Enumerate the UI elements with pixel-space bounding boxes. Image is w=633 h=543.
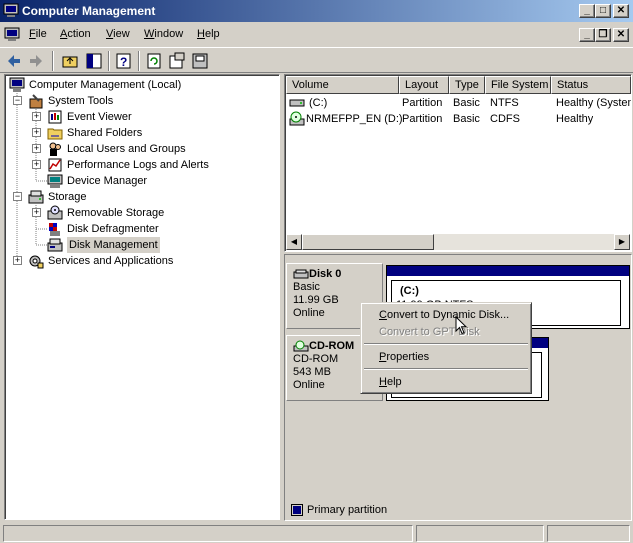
menu-item-convert-to-dynamic-disk[interactable]: Convert to Dynamic Disk... [379, 309, 509, 321]
menu-item-help[interactable]: Help [379, 376, 402, 388]
status-panel-3 [547, 525, 630, 542]
system-menu-icon[interactable] [4, 27, 20, 43]
cdrom-name: CD-ROM [309, 340, 355, 352]
context-menu[interactable]: Convert to Dynamic Disk... Convert to GP… [360, 302, 532, 394]
scroll-right-button[interactable]: ▶ [614, 234, 630, 250]
window-title: Computer Management [22, 4, 156, 18]
expand-toggle[interactable]: + [32, 128, 41, 137]
tools-icon [29, 94, 43, 109]
mdi-close-button[interactable]: ✕ [613, 28, 629, 42]
removable-storage-icon [47, 205, 63, 220]
mdi-restore-button[interactable]: ❐ [595, 28, 611, 42]
legend-label: Primary partition [307, 504, 388, 516]
disk-0-name: Disk 0 [309, 268, 342, 280]
table-row[interactable]: NRMEFPP_EN (D:) Partition Basic CDFS Hea… [286, 111, 631, 127]
help-icon[interactable]: ? [114, 51, 134, 71]
expand-toggle[interactable]: + [13, 256, 22, 265]
up-folder-icon[interactable] [60, 51, 80, 71]
toolbar-separator [108, 51, 110, 71]
forward-icon[interactable] [26, 51, 46, 71]
mouse-cursor-icon [455, 316, 468, 335]
console-tree[interactable]: Computer Management (Local) − System Too… [4, 74, 280, 520]
collapse-toggle[interactable]: − [13, 96, 22, 105]
title-bar[interactable]: Computer Management _ □ ✕ [0, 0, 633, 22]
disk-icon [293, 269, 309, 279]
close-button[interactable]: ✕ [613, 4, 629, 18]
hard-drive-icon [289, 99, 305, 107]
device-manager-icon [47, 174, 63, 188]
computer-management-icon [3, 3, 19, 17]
maximize-button[interactable]: □ [595, 4, 611, 18]
column-header-file-system[interactable]: File System [485, 76, 551, 94]
menu-item-properties[interactable]: Properties [379, 351, 429, 363]
menu-separator [364, 343, 528, 345]
collapse-toggle[interactable]: − [13, 192, 22, 201]
expand-toggle[interactable]: + [32, 208, 41, 217]
computer-icon [9, 77, 25, 92]
status-panel-2 [416, 525, 544, 542]
refresh-icon[interactable] [144, 51, 164, 71]
disk-icon[interactable] [190, 51, 210, 71]
legend-fill [293, 506, 301, 514]
column-header-type[interactable]: Type [449, 76, 485, 94]
menu-view[interactable]: View [106, 28, 130, 40]
horizontal-scrollbar[interactable]: ◀ ▶ [286, 234, 630, 250]
disk-management-icon [47, 238, 63, 252]
performance-icon [48, 158, 62, 172]
services-icon [29, 255, 44, 269]
defrag-icon [49, 223, 60, 236]
expand-toggle[interactable]: + [32, 112, 41, 121]
expand-toggle[interactable]: + [32, 160, 41, 169]
mdi-minimize-button[interactable]: _ [579, 28, 595, 42]
properties-icon[interactable] [167, 51, 187, 71]
back-icon[interactable] [4, 51, 24, 71]
menu-window[interactable]: Window [144, 28, 183, 40]
tree-item-label-selected: Disk Management [67, 237, 160, 253]
menu-help[interactable]: Help [197, 28, 220, 40]
cd-drive-icon [293, 340, 309, 352]
column-header-status[interactable]: Status [551, 76, 631, 94]
show-hide-tree-icon[interactable] [84, 51, 104, 71]
status-panel-main [3, 525, 413, 542]
toolbar: ? [0, 47, 633, 73]
minimize-button[interactable]: _ [579, 4, 595, 18]
folder-icon [47, 128, 63, 140]
column-header-layout[interactable]: Layout [399, 76, 449, 94]
cd-drive-icon [289, 111, 305, 126]
svg-text:?: ? [120, 55, 127, 69]
users-icon [49, 142, 61, 156]
storage-icon [28, 190, 44, 204]
menu-bar: File Action View Window Help _ ❐ ✕ [0, 24, 633, 46]
expand-toggle[interactable]: + [32, 144, 41, 153]
toolbar-separator [52, 51, 54, 71]
table-row[interactable]: (C:) Partition Basic NTFS Healthy (Syste… [286, 95, 631, 111]
menu-action[interactable]: Action [60, 28, 91, 40]
menu-separator [364, 368, 528, 370]
status-bar [0, 523, 633, 543]
partition-c-label: (C:) [400, 285, 419, 297]
menu-file[interactable]: File [29, 28, 47, 40]
disk-0-kind: Basic [293, 281, 320, 293]
primary-partition-bar [387, 266, 629, 276]
volume-list[interactable]: Volume Layout Type File System Status (C… [284, 74, 632, 252]
scrollbar-thumb[interactable] [302, 234, 434, 250]
column-header-volume[interactable]: Volume [286, 76, 399, 94]
legend-swatch [291, 504, 303, 516]
toolbar-separator [138, 51, 140, 71]
event-viewer-icon [48, 110, 62, 124]
scroll-left-button[interactable]: ◀ [286, 234, 302, 250]
